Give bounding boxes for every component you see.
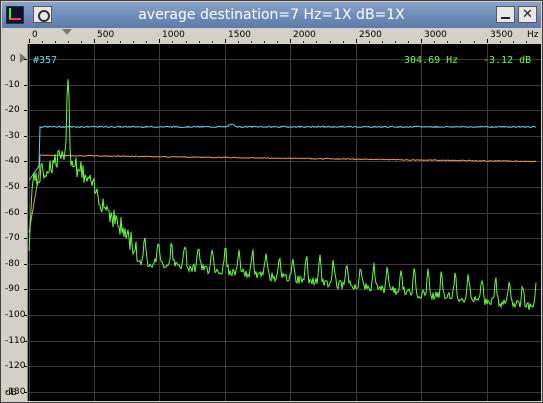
- db-tick: [24, 59, 27, 60]
- frequency-minor-tick: [330, 41, 331, 43]
- frequency-minor-tick: [264, 41, 265, 43]
- spectrum-plot[interactable]: #357 304.69 Hz -3.12 dB: [28, 44, 541, 401]
- db-label: -100: [5, 310, 26, 320]
- window-title: average destination=7 Hz=1X dB=1X: [138, 7, 405, 23]
- frequency-minor-tick: [68, 41, 69, 43]
- frequency-label: 2000: [293, 30, 316, 40]
- frequency-minor-tick: [474, 41, 475, 43]
- frequency-label: 0: [32, 30, 38, 40]
- frequency-minor-tick: [81, 41, 82, 43]
- db-tick: [24, 366, 27, 367]
- frequency-minor-tick: [120, 41, 121, 43]
- db-label: -130: [5, 387, 26, 397]
- frequency-label: 3500: [490, 30, 513, 40]
- grid: [28, 44, 541, 401]
- frequency-minor-tick: [186, 41, 187, 43]
- frequency-minor-tick: [238, 41, 239, 43]
- minimize-button[interactable]: [496, 6, 515, 23]
- frequency-minor-tick: [107, 41, 108, 43]
- cursor-frequency-readout: 304.69 Hz: [404, 55, 459, 66]
- frequency-minor-tick: [434, 41, 435, 43]
- db-tick: [24, 315, 27, 316]
- db-tick: [24, 85, 27, 86]
- minimize-icon: [501, 17, 510, 19]
- frequency-minor-tick: [55, 41, 56, 43]
- db-label: -10: [5, 80, 20, 90]
- frequency-unit-label: Hz: [527, 30, 539, 40]
- frequency-minor-tick: [251, 41, 252, 43]
- frequency-tick: [225, 39, 226, 43]
- frequency-tick: [159, 39, 160, 43]
- db-label: -80: [5, 259, 20, 269]
- frequency-minor-tick: [277, 41, 278, 43]
- db-label: -60: [5, 208, 20, 218]
- frame-counter: #357: [33, 55, 58, 66]
- analyzer-window: average destination=7 Hz=1X dB=1X ✕ Hz 0…: [0, 0, 543, 403]
- frequency-minor-tick: [395, 41, 396, 43]
- frequency-minor-tick: [42, 41, 43, 43]
- frequency-label: 500: [97, 30, 115, 40]
- frequency-minor-tick: [369, 41, 370, 43]
- frequency-label: 1000: [162, 30, 185, 40]
- frequency-minor-tick: [316, 41, 317, 43]
- average-trace: [28, 123, 537, 181]
- peak-hold-trace: [28, 154, 537, 233]
- frequency-ruler[interactable]: Hz 0 500 1000 1500 2000 2500 3000 3500: [28, 29, 541, 43]
- level-marker-icon[interactable]: [20, 53, 26, 63]
- frequency-minor-tick: [146, 41, 147, 43]
- frequency-label: 3000: [424, 30, 447, 40]
- db-ruler[interactable]: dB 0 -10 -20 -30 -40 -50 -60 -70 -80 -90 -100 -110-…: [2, 44, 28, 401]
- frequency-tick: [290, 39, 291, 43]
- db-label: -120: [5, 361, 26, 371]
- cursor-level-readout: -3.12 dB: [483, 55, 532, 66]
- db-label: -110: [5, 336, 26, 346]
- frequency-minor-tick: [133, 41, 134, 43]
- frequency-minor-tick: [408, 41, 409, 43]
- close-icon: ✕: [522, 7, 533, 22]
- frequency-tick: [356, 39, 357, 43]
- db-tick: [24, 136, 27, 137]
- db-tick: [24, 161, 27, 162]
- frequency-minor-tick: [500, 41, 501, 43]
- db-tick: [24, 110, 27, 111]
- frequency-tick: [94, 39, 95, 43]
- frequency-minor-tick: [513, 41, 514, 43]
- db-label: 0: [10, 54, 16, 64]
- db-tick: [24, 238, 27, 239]
- frequency-label: 1500: [228, 30, 251, 40]
- frequency-minor-tick: [212, 41, 213, 43]
- db-tick: [24, 264, 27, 265]
- title-bar[interactable]: average destination=7 Hz=1X dB=1X ✕: [2, 2, 541, 28]
- db-tick: [24, 392, 27, 393]
- frequency-minor-tick: [382, 41, 383, 43]
- close-button[interactable]: ✕: [518, 6, 537, 23]
- db-label: -90: [5, 284, 20, 294]
- frequency-minor-tick: [199, 41, 200, 43]
- frequency-minor-tick: [172, 41, 173, 43]
- db-tick: [24, 213, 27, 214]
- db-tick: [24, 187, 27, 188]
- db-label: -50: [5, 182, 20, 192]
- frequency-tick: [487, 39, 488, 43]
- frequency-minor-tick: [526, 41, 527, 43]
- db-label: -30: [5, 131, 20, 141]
- frequency-minor-tick: [460, 41, 461, 43]
- frequency-minor-tick: [343, 41, 344, 43]
- frequency-tick: [29, 39, 30, 43]
- db-label: -70: [5, 233, 20, 243]
- frequency-tick: [421, 39, 422, 43]
- spectrum-trace: [28, 79, 537, 310]
- db-label: -40: [5, 156, 20, 166]
- db-tick: [24, 289, 27, 290]
- db-label: -20: [5, 105, 20, 115]
- frequency-minor-tick: [303, 41, 304, 43]
- db-tick: [24, 341, 27, 342]
- spectrum-canvas[interactable]: [28, 44, 541, 401]
- frequency-label: 2500: [359, 30, 382, 40]
- frequency-minor-tick: [447, 41, 448, 43]
- frequency-cursor-marker-icon[interactable]: [62, 29, 72, 35]
